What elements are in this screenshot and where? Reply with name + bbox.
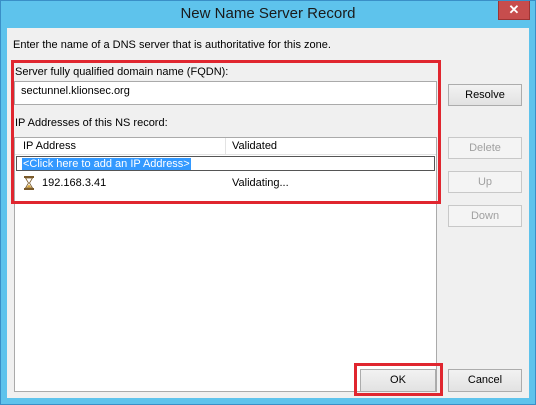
fqdn-label: Server fully qualified domain name (FQDN… <box>15 66 229 78</box>
title-bar[interactable]: New Name Server Record ✕ <box>1 1 535 27</box>
close-button[interactable]: ✕ <box>498 1 530 20</box>
delete-button[interactable]: Delete <box>448 137 522 159</box>
down-button[interactable]: Down <box>448 205 522 227</box>
ip-section-label: IP Addresses of this NS record: <box>15 117 168 129</box>
add-ip-row[interactable]: <Click here to add an IP Address> <box>16 156 435 171</box>
column-header-ip[interactable]: IP Address <box>23 140 76 152</box>
list-header: IP Address Validated <box>15 138 436 155</box>
close-icon: ✕ <box>508 2 520 17</box>
window-title: New Name Server Record <box>180 5 356 22</box>
validated-cell: Validating... <box>232 177 289 189</box>
column-divider <box>225 138 226 154</box>
table-row[interactable]: 192.168.3.41 Validating... <box>15 175 436 193</box>
up-button[interactable]: Up <box>448 171 522 193</box>
ip-cell: 192.168.3.41 <box>42 177 107 189</box>
dialog-window: New Name Server Record ✕ Enter the name … <box>0 0 536 405</box>
add-ip-placeholder[interactable]: <Click here to add an IP Address> <box>22 158 191 170</box>
dialog-body: Enter the name of a DNS server that is a… <box>7 28 529 398</box>
ip-address-list[interactable]: IP Address Validated <Click here to add … <box>14 137 437 392</box>
fqdn-input[interactable]: sectunnel.klionsec.org <box>14 81 437 105</box>
ok-button[interactable]: OK <box>360 369 436 392</box>
hourglass-icon <box>24 176 34 190</box>
column-header-validated[interactable]: Validated <box>232 140 277 152</box>
resolve-button[interactable]: Resolve <box>448 84 522 106</box>
cancel-button[interactable]: Cancel <box>448 369 522 392</box>
intro-text: Enter the name of a DNS server that is a… <box>13 39 331 51</box>
